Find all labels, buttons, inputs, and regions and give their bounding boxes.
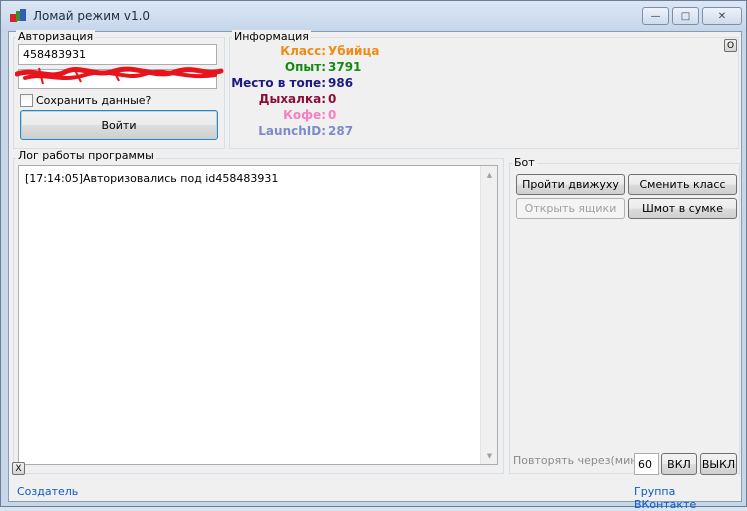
info-row-value: 0 [328, 108, 337, 122]
repeat-minutes-input[interactable]: 60 [634, 453, 659, 475]
info-row: Место в топе: 986 [9, 76, 739, 91]
bag-stuff-button[interactable]: Шмот в сумке [628, 198, 737, 219]
info-row-label: Дыхалка: [258, 92, 326, 106]
info-row: Класс: Убийца [9, 44, 739, 59]
app-logo-icon [10, 9, 26, 23]
vk-group-link[interactable]: Группа ВКонтакте [634, 485, 741, 511]
close-button[interactable]: ✕ [702, 7, 742, 25]
client-area: Авторизация 458483931 Сохранить данные? … [8, 30, 742, 511]
scroll-down-icon[interactable]: ▼ [481, 447, 498, 464]
pass-move-button[interactable]: Пройти движуху [516, 174, 625, 195]
info-row-label: Место в топе: [231, 76, 326, 90]
creator-link[interactable]: Создатель [17, 485, 78, 498]
maximize-button[interactable]: □ [672, 7, 699, 25]
info-group-label: Информация [232, 30, 311, 43]
minimize-button[interactable]: — [642, 7, 669, 25]
info-row-label: Кофе: [283, 108, 326, 122]
info-row-label: Опыт: [284, 60, 326, 74]
log-textarea[interactable]: [17:14:05]Авторизовались под id458483931… [18, 165, 498, 465]
auth-group-label: Авторизация [16, 30, 96, 43]
title-bar[interactable]: Ломай режим v1.0 — □ ✕ [1, 1, 746, 31]
log-group-label: Лог работы программы [16, 149, 156, 162]
window-title: Ломай режим v1.0 [33, 9, 151, 23]
bot-group-label: Бот [512, 156, 537, 169]
scroll-up-icon[interactable]: ▲ [481, 166, 498, 183]
info-row: Опыт: 3791 [9, 60, 739, 75]
info-row: Дыхалка: 0 [9, 92, 739, 107]
info-row-label: Класс: [280, 44, 326, 58]
clear-log-button[interactable]: X [12, 462, 25, 475]
log-scrollbar[interactable]: ▲ ▼ [480, 166, 497, 464]
info-row-value: 3791 [328, 60, 362, 74]
info-row-value: 287 [328, 124, 354, 138]
info-row-label: LaunchID: [258, 124, 326, 138]
off-button[interactable]: ВЫКЛ [700, 453, 737, 475]
info-row: LaunchID: 287 [9, 124, 739, 139]
open-boxes-button[interactable]: Открыть ящики [516, 198, 625, 219]
log-line: [17:14:05]Авторизовались под id458483931 [25, 172, 279, 185]
on-button[interactable]: ВКЛ [661, 453, 697, 475]
info-row-value: Убийца [328, 44, 380, 58]
info-row-value: 0 [328, 92, 337, 106]
change-class-button[interactable]: Сменить класс [628, 174, 737, 195]
repeat-label: Повторять через(мин): [513, 454, 646, 467]
info-row: Кофе: 0 [9, 108, 739, 123]
info-row-value: 986 [328, 76, 354, 90]
app-window: Ломай режим v1.0 — □ ✕ Авторизация 45848… [0, 0, 747, 511]
